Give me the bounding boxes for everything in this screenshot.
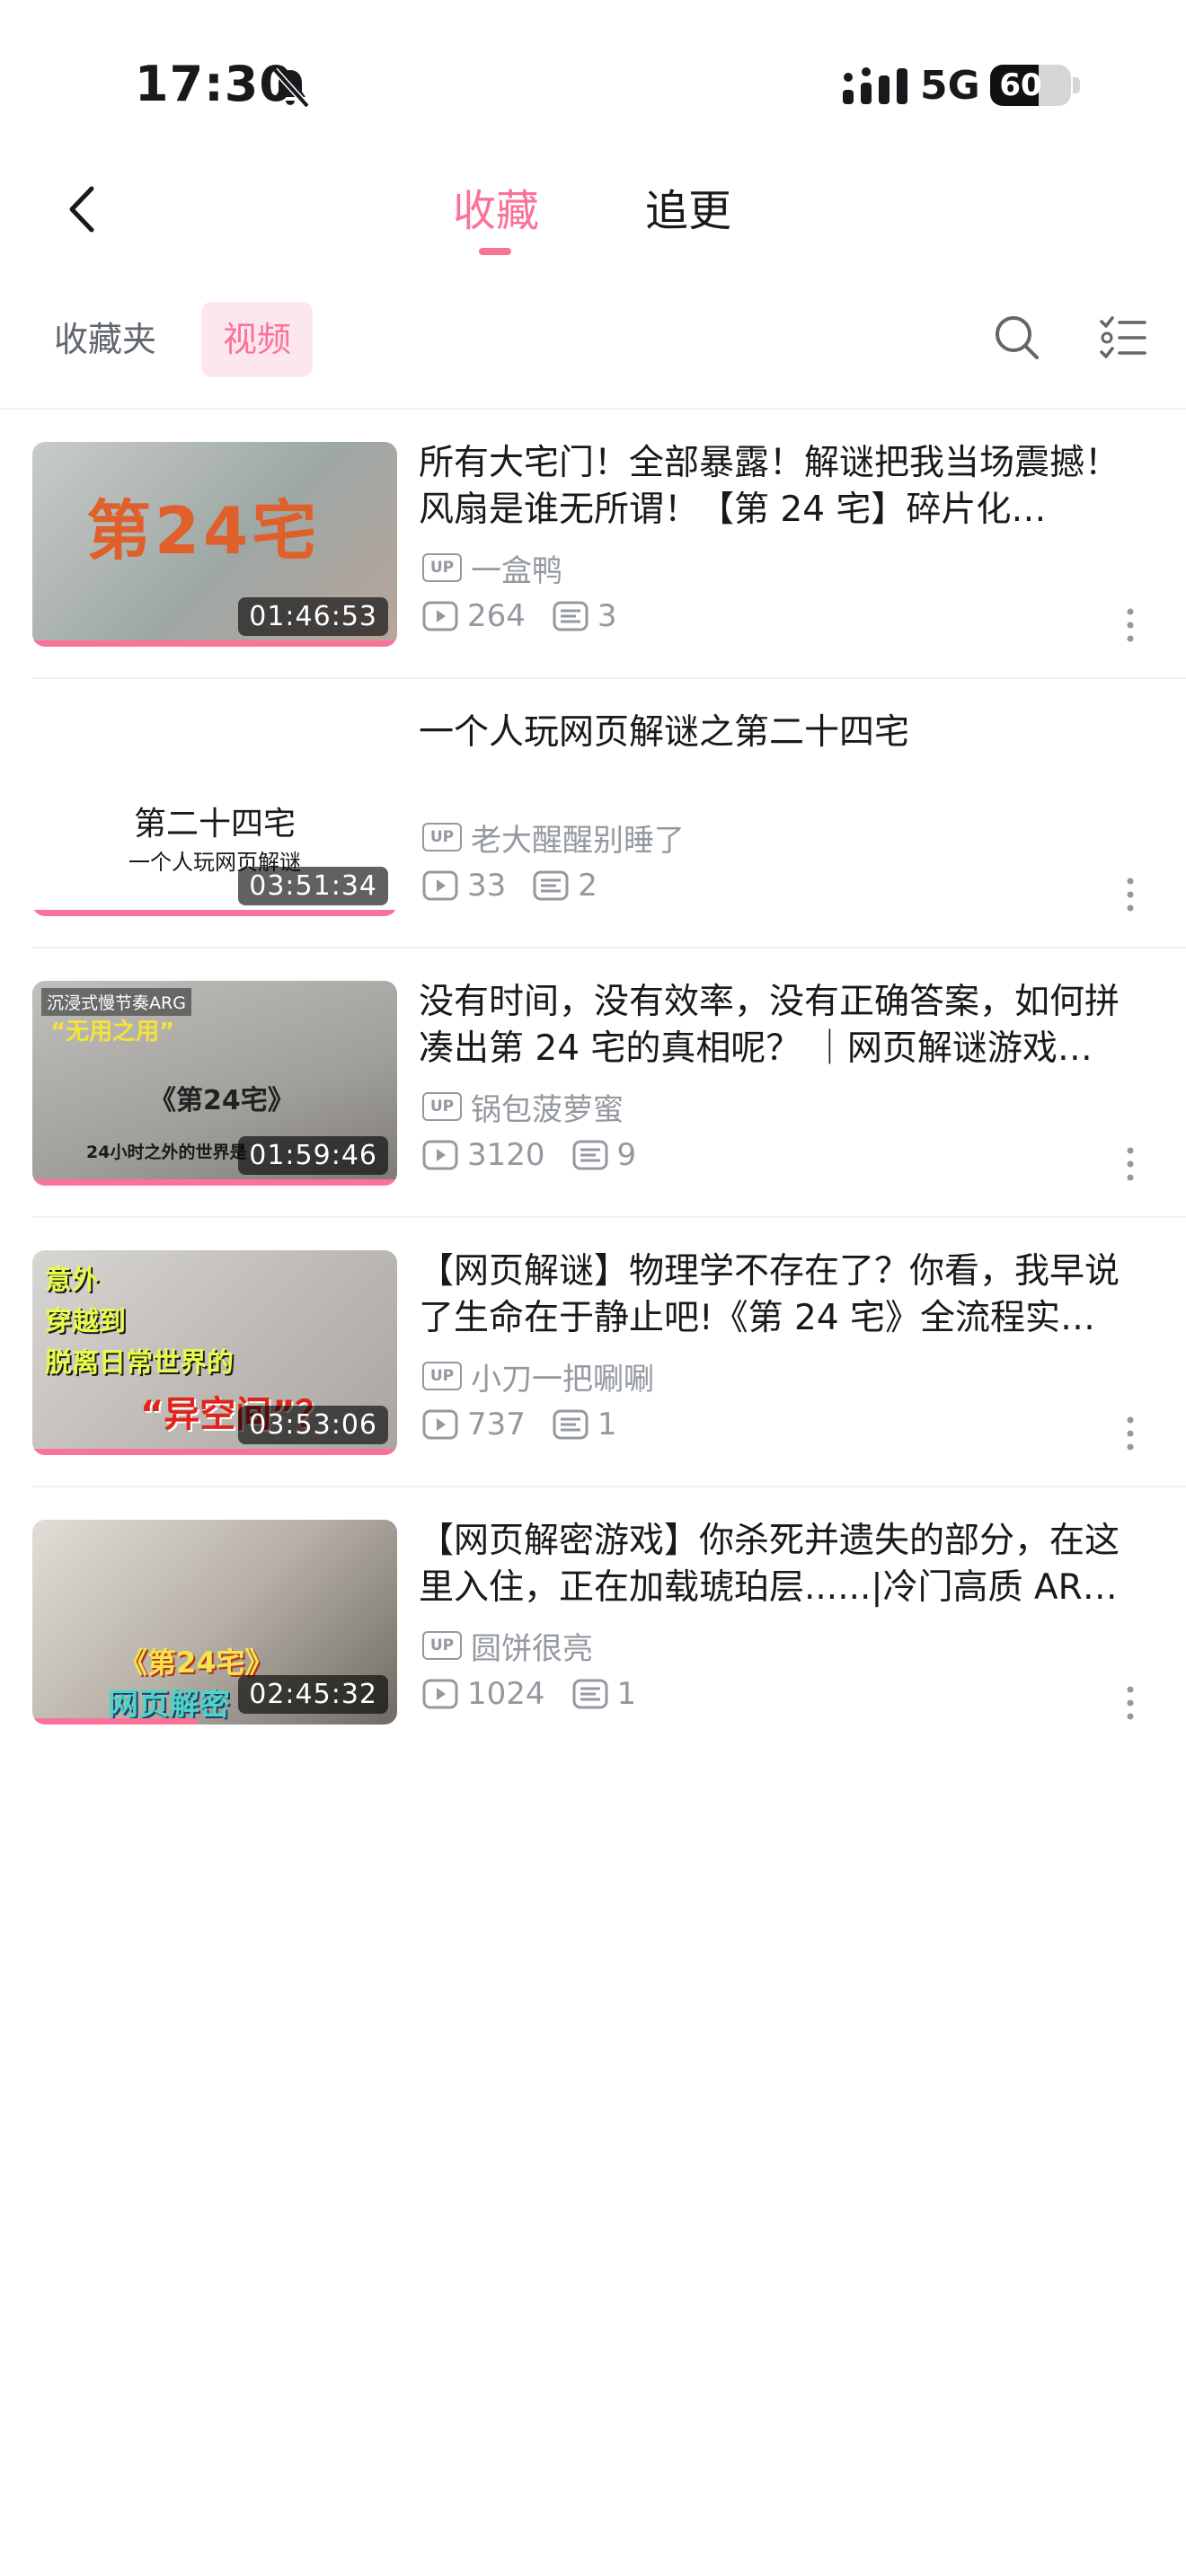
thumb-name: 《第24宅》 xyxy=(149,1085,295,1116)
thumb-genre: 网页解密 xyxy=(108,1687,230,1723)
video-duration: 01:46:53 xyxy=(238,597,388,636)
list-manage-icon[interactable] xyxy=(1098,313,1148,363)
thumb-line-3: 脱离日常世界的 xyxy=(45,1347,234,1379)
stats-row: 737 1 xyxy=(422,1405,617,1444)
video-item[interactable]: 意外 穿越到 脱离日常世界的 “异空间”？ 03:53:06 【网页解谜】物理学… xyxy=(0,1218,1186,1487)
video-title[interactable]: 所有大宅门！全部暴露！解谜把我当场震撼！风扇是谁无所谓！【第 24 宅】碎片化… xyxy=(419,440,1137,534)
up-icon: UP xyxy=(422,1362,462,1390)
thumb-line-1: 意外 xyxy=(45,1265,99,1296)
subtab-folders[interactable]: 收藏夹 xyxy=(54,302,156,377)
more-icon[interactable] xyxy=(1125,1685,1136,1721)
watch-progress-bar xyxy=(32,640,397,647)
stats-row: 1024 1 xyxy=(422,1674,636,1714)
danmaku-icon xyxy=(572,1140,608,1170)
uploader-name: 锅包菠萝蜜 xyxy=(471,1091,624,1128)
video-duration: 02:45:32 xyxy=(238,1675,388,1714)
video-title[interactable]: 【网页解谜】物理学不存在了？你看，我早说了生命在于静止吧!《第 24 宅》全流程… xyxy=(419,1248,1137,1342)
watch-progress-bar xyxy=(32,1449,397,1455)
stats-row: 3120 9 xyxy=(422,1135,636,1175)
uploader-name: 老大醒醒别睡了 xyxy=(471,822,685,859)
play-count-icon xyxy=(422,1140,458,1170)
uploader-name: 一盒鸭 xyxy=(471,552,562,589)
play-count: 737 xyxy=(467,1407,526,1442)
video-item[interactable]: 第24宅 01:46:53 所有大宅门！全部暴露！解谜把我当场震撼！风扇是谁无所… xyxy=(0,410,1186,679)
uploader-row[interactable]: UP 锅包菠萝蜜 xyxy=(422,1087,624,1128)
danmaku-count: 3 xyxy=(597,598,617,634)
danmaku-count: 9 xyxy=(616,1137,637,1173)
video-thumbnail[interactable]: 沉浸式慢节奏ARG “无用之用” 《第24宅》 24小时之外的世界是 01:59… xyxy=(32,981,397,1186)
thumb-title: 第二十四宅 xyxy=(133,806,296,842)
video-thumbnail[interactable]: 《第24宅》 网页解密 02:45:32 xyxy=(32,1520,397,1725)
more-icon[interactable] xyxy=(1125,1416,1136,1451)
thumb-quote: “无用之用” xyxy=(50,1019,175,1045)
video-duration: 03:51:34 xyxy=(238,867,388,905)
status-bar: 17:30 5G 60 xyxy=(0,0,1186,171)
danmaku-count: 2 xyxy=(578,868,597,904)
up-icon: UP xyxy=(422,1092,462,1121)
uploader-row[interactable]: UP 圆饼很亮 xyxy=(422,1626,593,1667)
danmaku-count: 1 xyxy=(616,1676,637,1712)
uploader-row[interactable]: UP 一盒鸭 xyxy=(422,548,562,589)
play-count-icon xyxy=(422,1679,458,1709)
video-thumbnail[interactable]: 意外 穿越到 脱离日常世界的 “异空间”？ 03:53:06 xyxy=(32,1250,397,1455)
more-icon[interactable] xyxy=(1125,1146,1136,1182)
danmaku-icon xyxy=(553,1409,589,1440)
video-title[interactable]: 一个人玩网页解谜之第二十四宅 xyxy=(419,710,1137,756)
back-icon[interactable] xyxy=(56,178,110,241)
uploader-row[interactable]: UP 小刀一把唰唰 xyxy=(422,1356,654,1398)
signal-icon xyxy=(843,67,907,104)
uploader-row[interactable]: UP 老大醒醒别睡了 xyxy=(422,817,685,859)
tab-following[interactable]: 追更 xyxy=(645,180,731,243)
up-icon: UP xyxy=(422,1631,462,1660)
search-icon[interactable] xyxy=(992,313,1042,363)
active-tab-indicator xyxy=(479,248,511,255)
watch-progress-bar xyxy=(32,1179,397,1186)
play-count-icon xyxy=(422,870,458,901)
more-icon[interactable] xyxy=(1125,607,1136,643)
up-icon: UP xyxy=(422,823,462,851)
thumb-tag: 沉浸式慢节奏ARG xyxy=(41,988,191,1016)
play-count-icon xyxy=(422,601,458,631)
thumb-line-2: 穿越到 xyxy=(45,1306,126,1337)
thumb-logo-text: 第24宅 xyxy=(86,493,321,569)
watch-progress-bar xyxy=(32,910,397,916)
play-count-icon xyxy=(422,1409,458,1440)
video-title[interactable]: 没有时间，没有效率，没有正确答案，如何拼凑出第 24 宅的真相呢？ ｜网页解谜游… xyxy=(419,979,1137,1072)
bell-muted-icon xyxy=(272,67,310,109)
uploader-name: 圆饼很亮 xyxy=(471,1630,593,1667)
tab-favorites[interactable]: 收藏 xyxy=(453,180,539,243)
danmaku-count: 1 xyxy=(597,1407,617,1442)
up-icon: UP xyxy=(422,553,462,582)
video-title[interactable]: 【网页解密游戏】你杀死并遗失的部分，在这里入住，正在加载琥珀层......|冷门… xyxy=(419,1518,1137,1611)
video-duration: 03:53:06 xyxy=(238,1406,388,1444)
danmaku-icon xyxy=(572,1679,608,1709)
video-thumbnail[interactable]: 第24宅 01:46:53 xyxy=(32,442,397,647)
stats-row: 33 2 xyxy=(422,866,597,905)
video-item[interactable]: 《第24宅》 网页解密 02:45:32 【网页解密游戏】你杀死并遗失的部分，在… xyxy=(0,1487,1186,1757)
stats-row: 264 3 xyxy=(422,596,617,636)
play-count: 1024 xyxy=(467,1676,545,1712)
danmaku-icon xyxy=(553,601,589,631)
video-item[interactable]: 沉浸式慢节奏ARG “无用之用” 《第24宅》 24小时之外的世界是 01:59… xyxy=(0,948,1186,1218)
watch-progress-bar xyxy=(32,1718,197,1725)
video-item[interactable]: 第二十四宅 一个人玩网页解谜 03:51:34 一个人玩网页解谜之第二十四宅 U… xyxy=(0,679,1186,948)
battery-tip xyxy=(1073,77,1080,93)
video-duration: 01:59:46 xyxy=(238,1136,388,1175)
play-count: 33 xyxy=(467,868,507,904)
more-icon[interactable] xyxy=(1125,877,1136,913)
play-count: 264 xyxy=(467,598,526,634)
network-type: 5G xyxy=(920,63,980,109)
danmaku-icon xyxy=(533,870,569,901)
battery-indicator: 60 xyxy=(990,65,1071,106)
subtab-videos[interactable]: 视频 xyxy=(201,302,314,377)
battery-level: 60 xyxy=(999,67,1042,103)
play-count: 3120 xyxy=(467,1137,545,1173)
video-thumbnail[interactable]: 第二十四宅 一个人玩网页解谜 03:51:34 xyxy=(32,711,397,916)
thumb-caption: 24小时之外的世界是 xyxy=(86,1142,247,1162)
uploader-name: 小刀一把唰唰 xyxy=(471,1361,654,1398)
